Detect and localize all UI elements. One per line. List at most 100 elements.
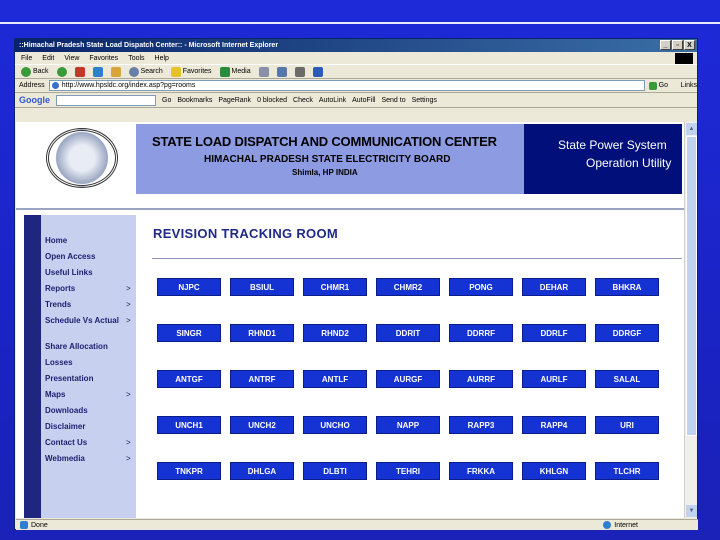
unit-button[interactable]: DLBTI <box>303 462 367 480</box>
sidebar-item[interactable]: Disclaimer <box>45 422 131 431</box>
header-divider <box>16 208 684 210</box>
sidebar-item[interactable]: Trends <box>45 300 131 309</box>
minimize-button[interactable]: _ <box>660 40 671 50</box>
sidebar-item[interactable]: Home <box>45 236 131 245</box>
scroll-thumb[interactable] <box>686 136 697 436</box>
unit-button[interactable]: ANTGF <box>157 370 221 388</box>
spellcheck-button[interactable]: Check <box>293 97 313 104</box>
unit-button[interactable]: AURLF <box>522 370 586 388</box>
menu-favorites[interactable]: Favorites <box>89 55 118 62</box>
back-button[interactable]: Back <box>21 66 49 77</box>
status-bar: Done Internet <box>16 519 698 530</box>
unit-button[interactable]: DEHAR <box>522 278 586 296</box>
unit-button[interactable]: SINGR <box>157 324 221 342</box>
unit-button[interactable]: DHLGA <box>230 462 294 480</box>
unit-button[interactable]: BHKRA <box>595 278 659 296</box>
vertical-scrollbar[interactable]: ▲ ▼ <box>684 122 697 518</box>
unit-button[interactable]: DDRRF <box>449 324 513 342</box>
unit-button[interactable]: BSIUL <box>230 278 294 296</box>
favorites-button[interactable]: Favorites <box>170 66 212 77</box>
unit-button[interactable]: UNCH1 <box>157 416 221 434</box>
mail-icon[interactable] <box>276 66 287 77</box>
browser-window: ::Himachal Pradesh State Load Dispatch C… <box>14 38 698 530</box>
unit-button[interactable]: UNCHO <box>303 416 367 434</box>
unit-button[interactable]: NAPP <box>376 416 440 434</box>
unit-button[interactable]: TEHRI <box>376 462 440 480</box>
unit-button[interactable]: CHMR2 <box>376 278 440 296</box>
unit-button[interactable]: PONG <box>449 278 513 296</box>
history-icon[interactable] <box>258 66 269 77</box>
unit-button[interactable]: URI <box>595 416 659 434</box>
scroll-up-icon[interactable]: ▲ <box>686 123 697 135</box>
autofill-button[interactable]: AutoFill <box>352 97 375 104</box>
title-bar: ::Himachal Pradesh State Load Dispatch C… <box>15 39 697 52</box>
autolink-button[interactable]: AutoLink <box>319 97 346 104</box>
unit-button[interactable]: AURGF <box>376 370 440 388</box>
unit-button[interactable]: TLCHR <box>595 462 659 480</box>
unit-button[interactable]: DDRGF <box>595 324 659 342</box>
menu-view[interactable]: View <box>64 55 79 62</box>
menu-file[interactable]: File <box>21 55 32 62</box>
sidebar-item[interactable]: Share Allocation <box>45 342 131 351</box>
url-input[interactable]: http://www.hpsldc.org/index.asp?pg=rooms <box>48 80 645 91</box>
unit-button[interactable]: RHND1 <box>230 324 294 342</box>
address-label: Address <box>19 82 45 89</box>
media-button[interactable]: Media <box>219 66 251 77</box>
scroll-down-icon[interactable]: ▼ <box>686 505 697 517</box>
sidebar-item[interactable]: Losses <box>45 358 131 367</box>
utility-line-1: State Power System <box>558 138 667 152</box>
unit-button[interactable]: RHND2 <box>303 324 367 342</box>
unit-button[interactable]: DDRLF <box>522 324 586 342</box>
sidebar-item[interactable]: Maps <box>45 390 131 399</box>
unit-button[interactable]: CHMR1 <box>303 278 367 296</box>
unit-button[interactable]: ANTRF <box>230 370 294 388</box>
unit-button[interactable]: RAPP4 <box>522 416 586 434</box>
submenu-arrow-icon: > <box>126 300 131 309</box>
menu-edit[interactable]: Edit <box>42 55 54 62</box>
google-search-input[interactable] <box>56 94 156 106</box>
utility-banner: State Power System Operation Utility <box>524 124 682 194</box>
sidebar-item[interactable]: Webmedia <box>45 454 131 463</box>
settings-button[interactable]: Settings <box>412 97 437 104</box>
unit-button[interactable]: AURRF <box>449 370 513 388</box>
sidebar-item[interactable]: Useful Links <box>45 268 131 277</box>
close-button[interactable]: X <box>684 40 695 50</box>
print-icon[interactable] <box>294 66 305 77</box>
sidebar-item[interactable]: Downloads <box>45 406 131 415</box>
go-button[interactable]: Go <box>648 81 677 90</box>
unit-button[interactable]: SALAL <box>595 370 659 388</box>
menu-tools[interactable]: Tools <box>128 55 144 62</box>
unit-button[interactable]: KHLGN <box>522 462 586 480</box>
unit-button[interactable]: UNCH2 <box>230 416 294 434</box>
unit-button[interactable]: ANTLF <box>303 370 367 388</box>
bookmarks-button[interactable]: Bookmarks <box>177 97 212 104</box>
sidebar-item[interactable]: Schedule Vs Actual <box>45 316 131 325</box>
refresh-icon[interactable] <box>92 66 103 77</box>
unit-button[interactable]: RAPP3 <box>449 416 513 434</box>
location-text: Shimla, HP INDIA <box>292 168 358 177</box>
sidebar-item[interactable]: Contact Us <box>45 438 131 447</box>
popup-blocker-button[interactable]: 0 blocked <box>257 97 287 104</box>
maximize-button[interactable]: ▫ <box>672 40 683 50</box>
unit-button[interactable]: FRKKA <box>449 462 513 480</box>
unit-button[interactable]: NJPC <box>157 278 221 296</box>
unit-button[interactable]: TNKPR <box>157 462 221 480</box>
menu-help[interactable]: Help <box>155 55 169 62</box>
send-to-button[interactable]: Send to <box>381 97 405 104</box>
back-label: Back <box>33 68 49 75</box>
forward-arrow-icon[interactable] <box>56 66 67 77</box>
sidebar-strip <box>24 215 41 518</box>
edit-icon[interactable] <box>312 66 323 77</box>
globe-icon <box>603 521 612 529</box>
unit-button[interactable]: DDRIT <box>376 324 440 342</box>
slide-divider <box>0 22 720 24</box>
sidebar-item[interactable]: Open Access <box>45 252 131 261</box>
search-icon <box>128 66 139 77</box>
sidebar-item[interactable]: Reports <box>45 284 131 293</box>
home-icon[interactable] <box>110 66 121 77</box>
sidebar-item[interactable]: Presentation <box>45 374 131 383</box>
search-button[interactable]: Search <box>128 66 163 77</box>
stop-icon[interactable] <box>74 66 85 77</box>
google-go-button[interactable]: Go <box>162 97 171 104</box>
links-button[interactable]: Links <box>681 82 697 89</box>
